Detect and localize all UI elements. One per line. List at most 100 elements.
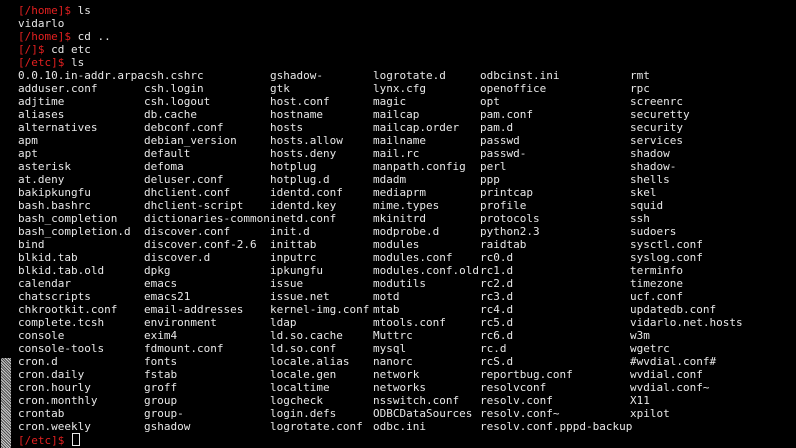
file-entry: skel [630,186,657,199]
shell-prompt: [/etc]$ [18,56,71,69]
file-entry: ld.so.conf [270,342,337,355]
file-entry: csh.logout [144,95,211,108]
file-entry: hotplug.d [270,173,330,186]
file-entry: dhclient.conf [144,186,231,199]
file-entry: pam.d [480,121,514,134]
directory-listing: 0.0.10.in-addr.arpa adduser.conf adjtime al… [18,69,796,433]
file-entry: blkid.tab [18,251,78,264]
file-entry: hostname [270,108,323,121]
file-entry: bash_completion [18,212,118,225]
file-entry: w3m [630,329,650,342]
file-entry: calendar [18,277,71,290]
file-entry: blkid.tab.old [18,264,105,277]
file-entry: rc.d [480,342,507,355]
file-entry: default [144,147,191,160]
file-entry: ssh [630,212,650,225]
file-entry: ppp [480,173,500,186]
file-entry: sysctl.conf [630,238,703,251]
file-entry: hosts.allow [270,134,343,147]
file-entry: modules.conf.old [373,264,479,277]
file-entry: hosts [270,121,304,134]
file-entry: aliases [18,108,65,121]
file-entry: bash.bashrc [18,199,91,212]
file-entry: gtk [270,82,290,95]
file-entry: logrotate.d [373,69,446,82]
file-entry: network [373,368,420,381]
file-entry: fstab [144,368,178,381]
file-entry: mailcap [373,108,420,121]
file-entry: db.cache [144,108,197,121]
command-line: [/etc]$ ls [18,56,796,69]
file-entry: shadow [630,147,670,160]
file-entry: modutils [373,277,426,290]
file-entry: logcheck [270,394,323,407]
file-entry: locale.alias [270,355,350,368]
file-entry: discover.conf [144,225,231,238]
file-entry: rmt [630,69,650,82]
file-entry: services [630,134,683,147]
file-entry: gshadow [144,420,191,433]
file-entry: issue [270,277,304,290]
file-entry: syslog.conf [630,251,703,264]
active-command-line[interactable]: [/etc]$ [18,433,796,447]
file-entry: email-addresses [144,303,244,316]
file-entry: security [630,121,683,134]
file-entry: apt [18,147,38,160]
listing-column: csh.cshrc csh.login csh.logout db.cache debc… [144,69,270,433]
file-entry: cron.weekly [18,420,91,433]
file-entry: shells [630,173,670,186]
file-entry: Muttrc [373,329,413,342]
file-entry: shadow- [630,160,677,173]
file-entry: rcS.d [480,355,514,368]
file-entry: bind [18,238,45,251]
file-entry: rc4.d [480,303,514,316]
file-entry: fdmount.conf [144,342,224,355]
file-entry: profile [480,199,527,212]
file-entry: modules.conf [373,251,453,264]
file-entry: terminfo [630,264,683,277]
file-entry: defoma [144,160,184,173]
file-entry: passwd- [480,147,527,160]
file-entry: networks [373,381,426,394]
file-entry: wgetrc [630,342,670,355]
scrollbar[interactable] [0,0,12,448]
file-entry: nanorc [373,355,413,368]
file-entry: nsswitch.conf [373,394,460,407]
shell-prompt: [/etc]$ [18,434,71,447]
text-cursor [71,433,80,446]
file-entry: sudoers [630,225,677,238]
file-entry: wvdial.conf~ [630,381,710,394]
file-entry: wvdial.conf [630,368,703,381]
file-entry: bash_completion.d [18,225,131,238]
file-entry: odbcinst.ini [480,69,560,82]
file-entry: asterisk [18,160,71,173]
file-entry: mysql [373,342,407,355]
file-entry: python2.3 [480,225,540,238]
file-entry: identd.key [270,199,337,212]
file-entry: #wvdial.conf# [630,355,717,368]
listing-column: rmt rpc screenrc securetty security services s… [630,69,743,420]
file-entry: debconf.conf [144,121,224,134]
file-entry: squid [630,199,664,212]
command-text: ls [77,4,91,17]
scrollbar-thumb[interactable] [1,358,11,448]
command-line: [/home]$ ls [18,4,796,17]
file-entry: deluser.conf [144,173,224,186]
file-entry: issue.net [270,290,330,303]
file-entry: bakipkungfu [18,186,91,199]
shell-prompt: [/home]$ [18,30,78,43]
file-entry: mailname [373,134,426,147]
file-entry: opt [480,95,500,108]
file-entry: protocols [480,212,540,225]
file-entry: hosts.deny [270,147,337,160]
file-entry: groff [144,381,178,394]
terminal-window[interactable]: [/home]$ ls vidarlo [/home]$ cd .. [/]$ … [0,0,796,448]
file-entry: rc3.d [480,290,514,303]
terminal-screen: [/home]$ ls vidarlo [/home]$ cd .. [/]$ … [18,4,796,447]
file-entry: emacs21 [144,290,191,303]
file-entry: pam.conf [480,108,533,121]
file-entry: identd.conf [270,186,343,199]
command-text: cd etc [51,43,91,56]
file-entry: mtools.conf [373,316,446,329]
file-entry: alternatives [18,121,98,134]
